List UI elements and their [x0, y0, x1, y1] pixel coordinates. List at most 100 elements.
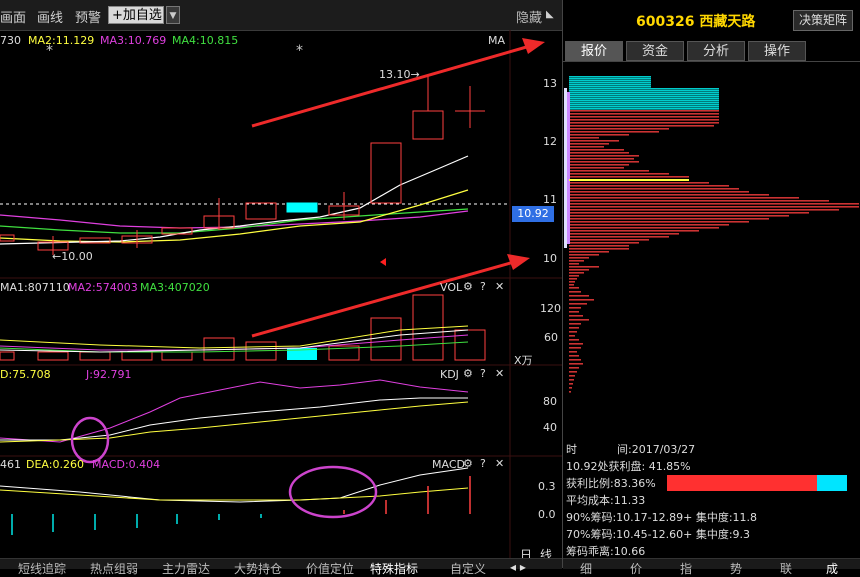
chip-bar [569, 303, 587, 305]
chip-range-marker [564, 88, 567, 248]
macd-axis-00: 0.0 [538, 508, 556, 521]
chip-bar [569, 391, 571, 393]
chip-bar [569, 311, 579, 313]
close-icon[interactable]: ✕ [495, 367, 504, 380]
close-icon[interactable]: ✕ [495, 280, 504, 293]
decision-matrix-button[interactable]: 决策矩阵 [793, 10, 853, 31]
chip-bar [569, 182, 709, 184]
page-menu[interactable]: 画面 [0, 7, 26, 26]
tab-hot-weak[interactable]: 热点组弱 [90, 560, 138, 577]
chip-distribution [564, 76, 859, 393]
tab-quote[interactable]: 报价 [565, 41, 623, 61]
chip-bar [569, 218, 769, 220]
tab-market-position[interactable]: 大势持仓 [234, 560, 282, 577]
arrow-right-icon[interactable]: ◣ [546, 9, 554, 20]
chip-bar [569, 323, 581, 325]
help-icon[interactable]: ? [480, 280, 486, 293]
tab-analysis[interactable]: 分析 [687, 41, 745, 61]
add-watchlist-button[interactable]: +加自选 [108, 6, 164, 24]
chip-bar [569, 104, 719, 106]
tab-short-track[interactable]: 短线追踪 [18, 560, 66, 577]
rtab-deal[interactable]: 成 [826, 560, 838, 577]
chip-bar [569, 113, 719, 115]
chip-bar [569, 343, 583, 345]
tab-custom[interactable]: 自定义 [450, 560, 486, 577]
chevron-down-icon[interactable]: ▼ [166, 6, 180, 24]
trend-arrow [251, 44, 531, 128]
tab-special-indicator[interactable]: 特殊指标 [370, 560, 418, 577]
chip-bar [569, 359, 581, 361]
candle [370, 142, 402, 204]
vol-axis-60: 60 [544, 331, 558, 344]
info-profit-line: 10.92处获利盘: 41.85% [566, 460, 691, 473]
chip-bar [569, 331, 577, 333]
chip-bar [569, 149, 624, 151]
tab-main-radar[interactable]: 主力雷达 [162, 560, 210, 577]
info-avg-cost: 平均成本:11.33 [566, 494, 646, 507]
rtab-trend[interactable]: 势 [730, 560, 742, 577]
chip-bar [569, 236, 669, 238]
chip-bar [569, 119, 719, 121]
vol-tag[interactable]: VOL [440, 281, 462, 294]
rtab-link[interactable]: 联 [780, 560, 792, 577]
macd-dea-line [0, 487, 469, 501]
kdj-d-label: D:75.708 [0, 368, 51, 381]
price-axis-11: 11 [543, 193, 557, 206]
highlight-circle [70, 416, 110, 464]
kdj-tag[interactable]: KDJ [440, 368, 459, 381]
chip-bar [569, 92, 719, 94]
chip-bar [569, 170, 649, 172]
alert-button[interactable]: 预警 [75, 7, 101, 26]
chip-bar [569, 371, 577, 373]
chip-bar [569, 375, 575, 377]
help-icon[interactable]: ? [480, 457, 486, 470]
chip-bar [569, 176, 689, 178]
gear-icon[interactable]: ⚙ [463, 367, 473, 380]
chip-bar [569, 94, 719, 96]
chip-bar [569, 284, 574, 286]
tab-value-position[interactable]: 价值定位 [306, 560, 354, 577]
chip-bar [569, 167, 624, 169]
ma-tag[interactable]: MA [488, 34, 505, 47]
chip-range-marker [567, 92, 570, 244]
gear-icon[interactable]: ⚙ [463, 280, 473, 293]
chip-bar [569, 230, 699, 232]
close-icon[interactable]: ✕ [495, 457, 504, 470]
scroll-arrows[interactable]: ◂ ▸ [510, 560, 526, 574]
chip-bar [569, 355, 579, 357]
vol-unit: X万 [514, 354, 533, 367]
rtab-detail[interactable]: 细 [580, 560, 592, 577]
chip-bar [569, 242, 639, 244]
tab-funds[interactable]: 资金 [626, 41, 684, 61]
draw-line-button[interactable]: 画线 [37, 7, 63, 26]
chip-bar [569, 203, 859, 205]
volume-bars [0, 294, 486, 361]
hide-button[interactable]: 隐藏 [516, 7, 542, 26]
chip-bar [569, 122, 719, 124]
gear-icon[interactable]: ⚙ [463, 457, 473, 470]
macd-dif-label: 461 [0, 458, 21, 471]
kdj-k-line [0, 397, 468, 441]
chip-bar [569, 278, 577, 280]
chip-bar [569, 307, 581, 309]
chip-bar [569, 98, 719, 100]
chip-bar [569, 215, 789, 217]
high-note: 13.10→ [379, 68, 420, 81]
chip-bar [569, 80, 651, 82]
rtab-price[interactable]: 价 [630, 560, 642, 577]
kdj-axis-80: 80 [543, 395, 557, 408]
kdj-d-line [0, 401, 469, 443]
price-axis-13: 13 [543, 77, 557, 90]
chip-bar [569, 295, 589, 297]
help-icon[interactable]: ? [480, 367, 486, 380]
chip-bar [569, 84, 651, 86]
chip-bar [569, 200, 829, 202]
chip-bar [569, 315, 583, 317]
macd-tag[interactable]: MACD [432, 458, 465, 471]
macd-dif-line [0, 467, 469, 503]
right-bottom-bar [563, 558, 860, 569]
low-note: ←10.00 [52, 250, 93, 263]
rtab-index[interactable]: 指 [680, 560, 692, 577]
tab-operation[interactable]: 操作 [748, 41, 806, 61]
chip-bar [569, 131, 659, 133]
